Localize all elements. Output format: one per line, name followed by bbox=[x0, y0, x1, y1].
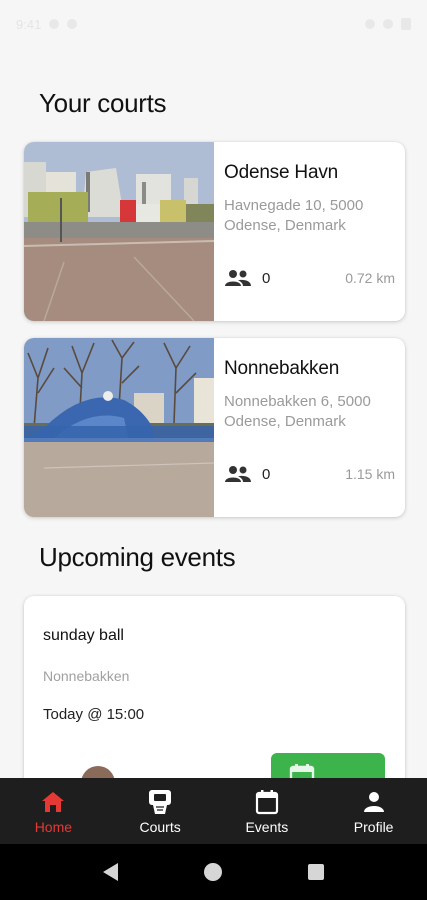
court-photo bbox=[24, 338, 214, 517]
court-info: Odense Havn Havnegade 10, 5000 Odense, D… bbox=[214, 142, 405, 321]
court-photo-park bbox=[24, 338, 214, 517]
event-time: Today @ 15:00 bbox=[43, 706, 145, 723]
court-address: Havnegade 10, 5000 Odense, Denmark bbox=[224, 197, 364, 234]
court-photo bbox=[24, 142, 214, 321]
nav-label: Events bbox=[245, 819, 289, 835]
nav-item-courts[interactable]: Courts bbox=[107, 778, 214, 844]
status-right bbox=[365, 18, 411, 30]
app-screen: 9:41 Your courts Odense Havn Havnegade 1… bbox=[0, 0, 427, 900]
court-player-count: 0 bbox=[262, 465, 271, 483]
status-time: 9:41 bbox=[16, 16, 42, 32]
bottom-navigation: Home Courts Events Profile bbox=[0, 778, 427, 844]
court-player-count: 0 bbox=[262, 269, 271, 287]
court-photo-harbour bbox=[24, 142, 214, 321]
court-distance: 1.15 km bbox=[345, 466, 395, 482]
nav-label: Profile bbox=[353, 819, 394, 835]
court-distance: 0.72 km bbox=[345, 270, 395, 286]
status-bar: 9:41 bbox=[0, 0, 427, 48]
court-name: Nonnebakken bbox=[224, 358, 340, 379]
nav-label: Home bbox=[34, 819, 73, 835]
battery-icon bbox=[401, 18, 411, 30]
people-icon bbox=[225, 466, 251, 482]
upcoming-events-heading: Upcoming events bbox=[39, 542, 236, 572]
event-title: sunday ball bbox=[43, 627, 124, 644]
your-courts-heading: Your courts bbox=[39, 88, 167, 118]
home-icon bbox=[42, 792, 65, 812]
nav-label: Courts bbox=[139, 819, 181, 835]
system-navigation-bar bbox=[0, 844, 427, 900]
court-info: Nonnebakken Nonnebakken 6, 5000 Odense, … bbox=[214, 338, 405, 517]
court-card[interactable]: Odense Havn Havnegade 10, 5000 Odense, D… bbox=[24, 142, 405, 321]
signal-icon bbox=[383, 19, 393, 29]
event-card[interactable]: sunday ball Nonnebakken Today @ 15:00 bbox=[24, 596, 405, 806]
nav-item-home[interactable]: Home bbox=[0, 778, 107, 844]
court-name: Odense Havn bbox=[224, 162, 338, 183]
status-left: 9:41 bbox=[16, 16, 78, 32]
basketball-hoop-icon bbox=[149, 790, 172, 814]
nav-item-events[interactable]: Events bbox=[214, 778, 321, 844]
calendar-icon bbox=[255, 790, 278, 815]
home-circle-icon[interactable] bbox=[204, 863, 222, 881]
person-icon bbox=[363, 792, 384, 812]
court-meta: 0 1.15 km bbox=[224, 465, 395, 483]
wifi-icon bbox=[365, 19, 375, 29]
court-address: Nonnebakken 6, 5000 Odense, Denmark bbox=[224, 393, 371, 430]
court-meta: 0 0.72 km bbox=[224, 269, 395, 287]
nav-item-profile[interactable]: Profile bbox=[320, 778, 427, 844]
court-card[interactable]: Nonnebakken Nonnebakken 6, 5000 Odense, … bbox=[24, 338, 405, 517]
event-location: Nonnebakken bbox=[43, 668, 130, 684]
recent-apps-icon[interactable] bbox=[308, 864, 324, 880]
back-icon[interactable] bbox=[103, 863, 118, 881]
notification-icon bbox=[49, 19, 60, 29]
people-icon bbox=[225, 270, 251, 286]
sync-icon bbox=[67, 19, 78, 29]
